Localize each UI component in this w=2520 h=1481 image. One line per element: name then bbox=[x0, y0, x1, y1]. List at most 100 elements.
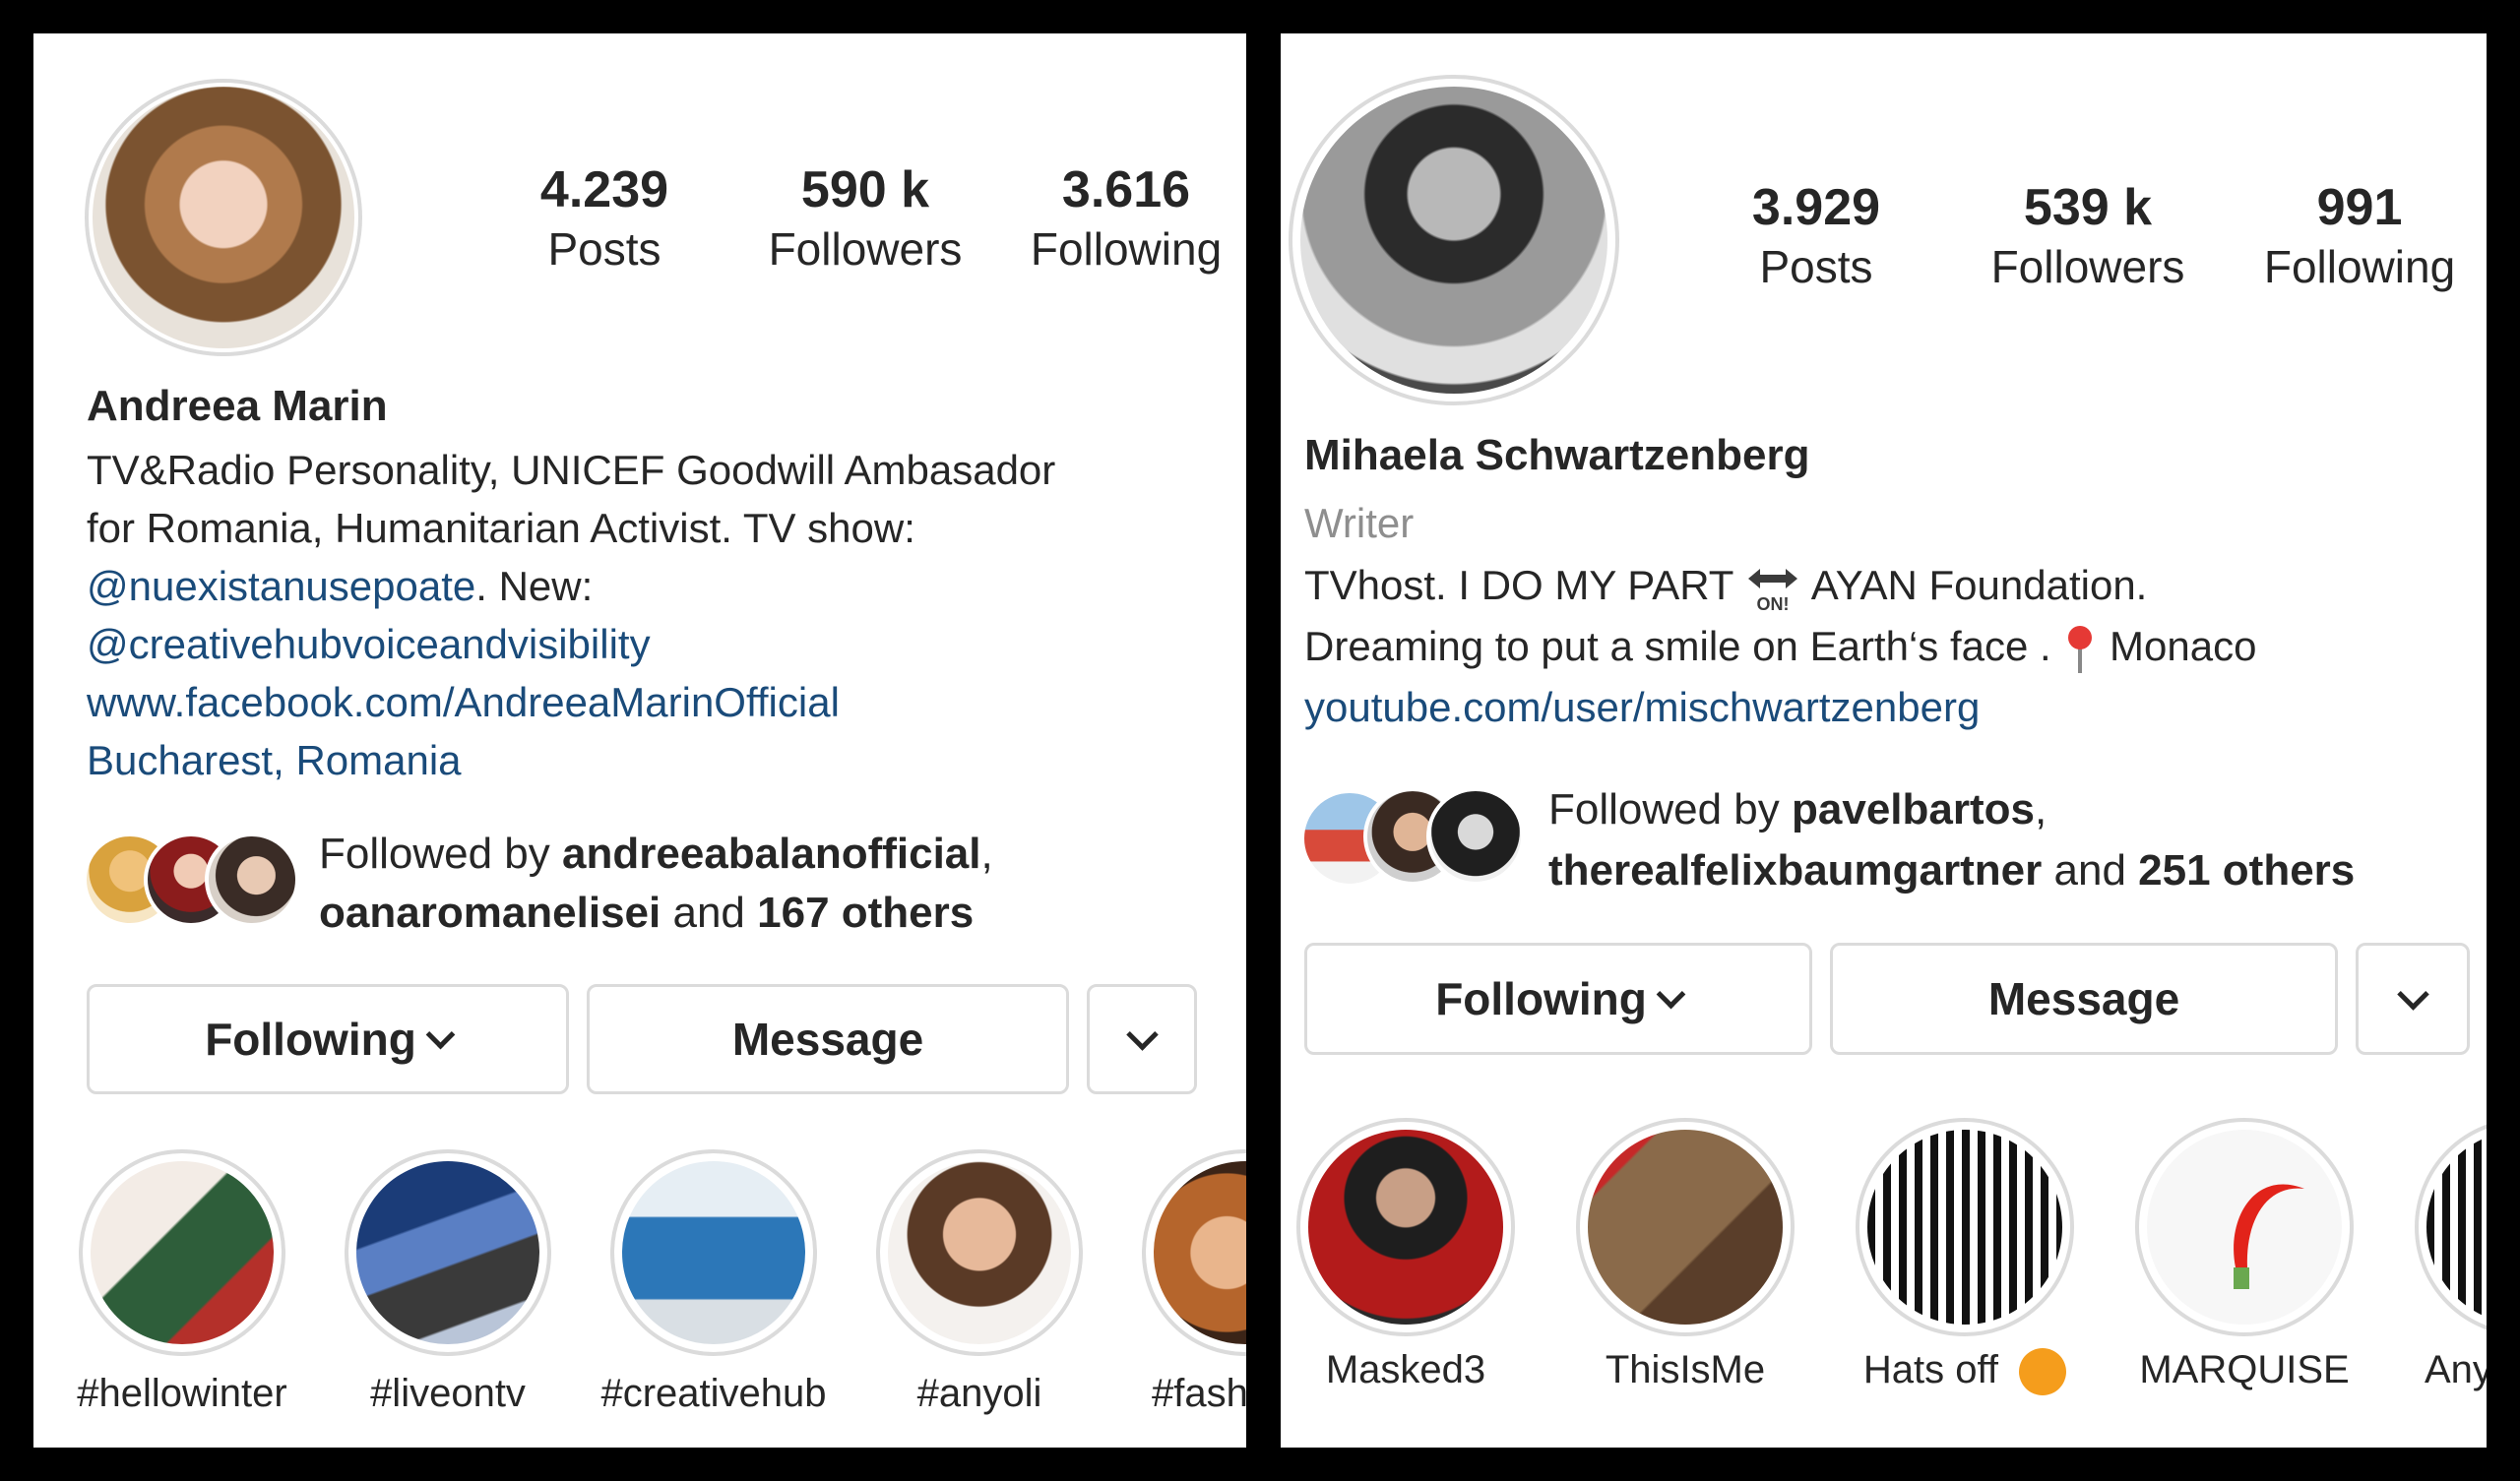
followed-by-user: andreeabalanofficial bbox=[562, 830, 981, 878]
stat-followers[interactable]: 539 k Followers bbox=[1960, 177, 2216, 295]
bio-line: www.facebook.com/AndreeaMarinOfficial bbox=[87, 673, 1238, 731]
suggested-accounts-button[interactable] bbox=[2356, 943, 2470, 1055]
chevron-down-icon bbox=[1125, 1018, 1159, 1051]
orange-circle-icon bbox=[2019, 1348, 2067, 1396]
bio-line: TVhost. I DO MY PART ON! AYAN Foundation… bbox=[1304, 555, 2476, 616]
bio-text: Dreaming to put a smile on Earth‘s face … bbox=[1304, 623, 2063, 669]
message-button[interactable]: Message bbox=[587, 984, 1069, 1094]
highlight-cover bbox=[1588, 1130, 1783, 1325]
chevron-down-icon bbox=[2396, 977, 2429, 1011]
pin-icon bbox=[2062, 624, 2098, 675]
avatar-photo bbox=[1300, 87, 1607, 394]
following-button-label: Following bbox=[1435, 973, 1647, 1024]
highlight-label: #liveontv bbox=[370, 1372, 526, 1415]
bio-line: for Romania, Humanitarian Activist. TV s… bbox=[87, 505, 915, 551]
highlight-cover bbox=[356, 1161, 539, 1344]
on-arrow-icon: ON! bbox=[1744, 563, 1801, 614]
followers-count: 539 k bbox=[2023, 179, 2153, 236]
stat-following[interactable]: 3.616 Following bbox=[988, 159, 1246, 278]
followed-by-prefix: Followed by bbox=[1548, 785, 1793, 833]
mutual-follower-avatar[interactable] bbox=[1426, 787, 1525, 886]
highlight-label: ThisIsMe bbox=[1605, 1348, 1766, 1391]
followed-by-and: and bbox=[2042, 846, 2139, 895]
followed-by-text[interactable]: Followed by andreeabalanofficial, oanaro… bbox=[319, 825, 1234, 943]
message-button-label: Message bbox=[1987, 973, 2180, 1024]
highlight-cover bbox=[1308, 1130, 1503, 1325]
chili-pepper-icon bbox=[2234, 1184, 2304, 1289]
highlight-label: MARQUISE bbox=[2139, 1348, 2350, 1391]
highlight-label: #anyoli bbox=[916, 1372, 1042, 1415]
stat-followers[interactable]: 590 k Followers bbox=[727, 159, 1003, 278]
highlight-label: #creativehub bbox=[600, 1372, 827, 1415]
bio-line: @creativehubvoiceandvisibility bbox=[87, 615, 1238, 673]
svg-text:ON!: ON! bbox=[1757, 594, 1790, 614]
following-button[interactable]: Following bbox=[1304, 943, 1812, 1055]
bio-text: TVhost. I DO MY PART bbox=[1304, 562, 1745, 608]
followed-by-user: therealfelixbaumgartner bbox=[1548, 846, 2043, 895]
bio-website-link[interactable]: www.facebook.com/AndreeaMarinOfficial bbox=[87, 679, 840, 725]
posts-count: 3.929 bbox=[1751, 179, 1881, 236]
highlight-cover bbox=[622, 1161, 805, 1344]
followers-label: Followers bbox=[1990, 241, 2185, 292]
followed-by-prefix: Followed by bbox=[319, 830, 563, 878]
chevron-down-icon bbox=[1656, 979, 1686, 1009]
profile-panel-andreea: 4.239 Posts 590 k Followers 3.616 Follow… bbox=[33, 33, 1246, 1448]
highlight-cover bbox=[888, 1161, 1071, 1344]
following-label: Following bbox=[1030, 223, 1223, 275]
posts-count: 4.239 bbox=[539, 161, 669, 218]
message-button[interactable]: Message bbox=[1830, 943, 2338, 1055]
followed-by-others: 251 others bbox=[2138, 846, 2356, 895]
highlight-cover bbox=[2147, 1130, 2342, 1325]
bio-text: AYAN Foundation. bbox=[1801, 562, 2148, 608]
highlight-label: Hats off bbox=[1832, 1348, 2098, 1396]
followers-label: Followers bbox=[768, 223, 963, 275]
bio-line: TV&Radio Personality, UNICEF Goodwill Am… bbox=[87, 447, 1056, 493]
followed-by-comma: , bbox=[2035, 785, 2048, 833]
bio-mention-link[interactable]: @creativehubvoiceandvisibility bbox=[87, 621, 651, 667]
followed-by-and: and bbox=[661, 889, 758, 937]
bio-line: Dreaming to put a smile on Earth‘s face … bbox=[1304, 616, 2476, 677]
profile-name: Mihaela Schwartzenberg bbox=[1304, 431, 1810, 479]
bio-line: @nuexistanusepoate. New: bbox=[87, 557, 1238, 615]
chevron-down-icon bbox=[425, 1019, 456, 1049]
following-count: 991 bbox=[2316, 179, 2403, 236]
highlight-label-text: Hats off bbox=[1862, 1348, 1998, 1391]
bio-text: Monaco bbox=[2098, 623, 2257, 669]
followed-by-comma: , bbox=[980, 830, 993, 878]
stat-following[interactable]: 991 Following bbox=[2232, 177, 2487, 295]
highlight-label: #fash bbox=[1152, 1372, 1246, 1415]
stat-posts[interactable]: 3.929 Posts bbox=[1698, 177, 1934, 295]
stat-posts[interactable]: 4.239 Posts bbox=[486, 159, 723, 278]
profile-bio: TVhost. I DO MY PART ON! AYAN Foundation… bbox=[1304, 555, 2476, 738]
location-link[interactable]: Bucharest, Romania bbox=[87, 737, 462, 783]
followed-by-text[interactable]: Followed by pavelbartos, therealfelixbau… bbox=[1548, 779, 2484, 901]
following-button[interactable]: Following bbox=[87, 984, 569, 1094]
following-button-label: Following bbox=[205, 1014, 416, 1065]
bio-mention-link[interactable]: @nuexistanusepoate bbox=[87, 563, 475, 609]
followed-by-user: pavelbartos bbox=[1792, 785, 2035, 833]
profile-avatar[interactable] bbox=[85, 79, 362, 356]
profile-avatar[interactable] bbox=[1289, 75, 1619, 405]
mutual-follower-avatar[interactable] bbox=[205, 833, 299, 927]
following-count: 3.616 bbox=[1061, 161, 1191, 218]
bio-text: . New: bbox=[475, 563, 594, 609]
following-label: Following bbox=[2263, 241, 2456, 292]
highlight-label: Any bbox=[2425, 1348, 2487, 1391]
posts-label: Posts bbox=[547, 223, 662, 275]
posts-label: Posts bbox=[1759, 241, 1873, 292]
highlight-label: Masked3 bbox=[1325, 1348, 1486, 1391]
profile-panel-mihaela: 3.929 Posts 539 k Followers 991 Followin… bbox=[1281, 33, 2487, 1448]
followers-count: 590 k bbox=[800, 161, 930, 218]
bio-website-link[interactable]: youtube.com/user/mischwartzenberg bbox=[1304, 684, 1980, 730]
profile-category: Writer bbox=[1304, 500, 1415, 546]
message-button-label: Message bbox=[731, 1014, 924, 1065]
highlight-cover bbox=[91, 1161, 274, 1344]
profile-bio: TV&Radio Personality, UNICEF Goodwill Am… bbox=[87, 441, 1238, 789]
profile-name: Andreea Marin bbox=[87, 382, 388, 430]
avatar-photo bbox=[93, 87, 354, 348]
highlight-label: #hellowinter bbox=[77, 1372, 287, 1415]
highlight-cover bbox=[1867, 1130, 2062, 1325]
suggested-accounts-button[interactable] bbox=[1087, 984, 1197, 1094]
followed-by-user: oanaromanelisei bbox=[319, 889, 662, 937]
followed-by-others: 167 others bbox=[757, 889, 975, 937]
